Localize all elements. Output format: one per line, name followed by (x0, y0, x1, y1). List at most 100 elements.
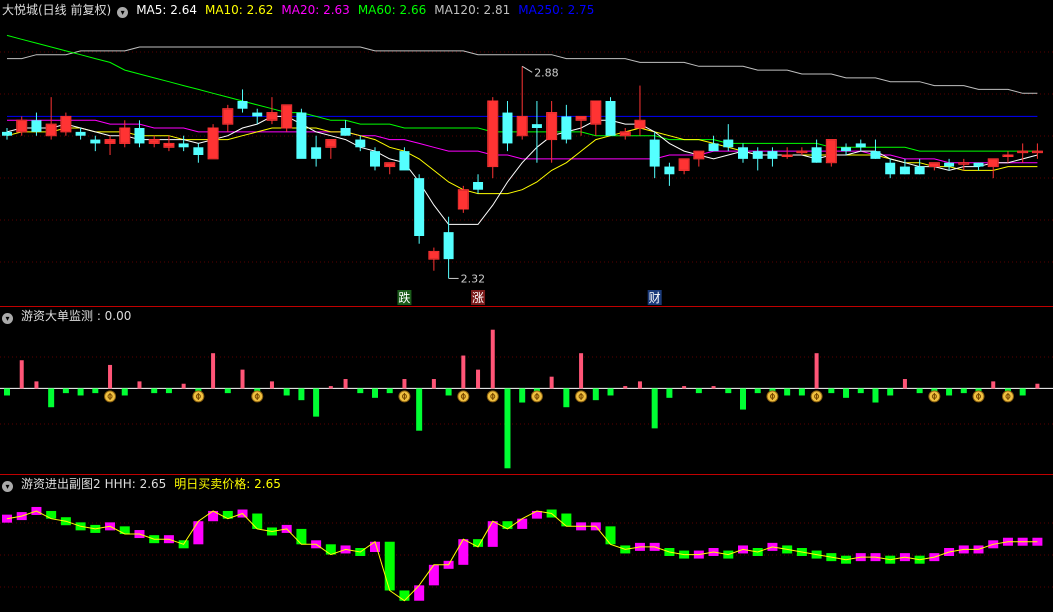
monitor-bar-positive (461, 355, 466, 389)
candle-body-down (649, 139, 660, 167)
flow-bar-chart (0, 506, 1053, 602)
monitor-bar-negative (740, 388, 746, 410)
monitor-bar-negative (224, 388, 231, 394)
candle-body-down (531, 124, 542, 128)
candle-body-fill (797, 151, 807, 153)
monitor-bar-negative (165, 388, 172, 394)
candle-body-down (664, 166, 675, 175)
candle-body-fill (208, 128, 218, 159)
monitor-bar-positive (34, 381, 39, 389)
monitor-bar-negative (4, 388, 10, 396)
monitor-bar-negative (887, 388, 894, 396)
main-chart-pane: 大悦城(日线 前复权) ▾ MA5: 2.64 MA10: 2.62 MA20: 2.6… (0, 0, 1053, 306)
candle-body-fill (929, 163, 939, 167)
monitor-bar-positive (682, 386, 687, 389)
candle-body-down (2, 131, 12, 136)
monitor-bar-chart (0, 329, 1053, 469)
monitor-bar-positive (549, 376, 554, 389)
monitor-bar-negative (651, 388, 658, 429)
monitor-bar-positive (343, 379, 348, 389)
monitor-bar-negative (298, 388, 305, 401)
candle-body-down (178, 143, 189, 148)
flow-pane: ▾ 游资进出副图2 HHH: 2.65 明日买卖价格: 2.65 (0, 475, 1053, 612)
candle-body-down (738, 147, 748, 159)
flow-bar-up (193, 521, 204, 545)
monitor-bar-positive (328, 386, 333, 389)
candle-body-down (899, 166, 910, 175)
monitor-bar-positive (137, 381, 142, 389)
candle-body-fill (385, 163, 395, 167)
monitor-bar-positive (476, 369, 481, 389)
monitor-bar-negative (607, 388, 614, 396)
monitor-bar-negative (798, 388, 805, 396)
candle-body-down (237, 101, 248, 109)
monitor-bar-negative (372, 388, 378, 398)
candle-body-fill (458, 190, 468, 209)
event-tag: 跌 (398, 290, 410, 305)
candle-body-down (841, 147, 852, 152)
monitor-bar-negative (666, 388, 673, 398)
candle-body-fill (547, 113, 557, 140)
event-tag: 财 (649, 291, 661, 305)
candle-body-fill (1018, 151, 1028, 153)
candle-body-fill (635, 120, 645, 128)
candle-body-fill (1032, 151, 1042, 153)
candle-body-fill (679, 159, 689, 170)
candle-body-fill (267, 113, 277, 120)
monitor-bar-negative (828, 388, 835, 394)
candle-body-down (708, 143, 719, 152)
flow-bar-down (252, 513, 263, 529)
high-label: 2.88 (534, 66, 559, 79)
monitor-bar-negative (784, 388, 791, 396)
candle-body-fill (105, 140, 115, 143)
candle-body-fill (517, 116, 527, 136)
monitor-bar-negative (695, 388, 702, 394)
flow-bar-down (561, 513, 572, 527)
candle-body-fill (576, 116, 586, 120)
monitor-bar-negative (313, 388, 320, 417)
monitor-bar-positive (211, 353, 216, 389)
candle-body-down (443, 232, 454, 260)
monitor-bar-positive (623, 386, 628, 389)
candle-body-down (870, 151, 881, 159)
candle-body-down (885, 162, 896, 175)
candle-body-down (723, 139, 734, 148)
flow-bar-down (119, 526, 130, 535)
monitor-bar-positive (240, 369, 245, 389)
monitor-bar-positive (711, 386, 716, 389)
monitor-bar-positive (108, 364, 113, 389)
low-label: 2.32 (461, 272, 486, 285)
monitor-bar-positive (402, 379, 407, 389)
candle-body-fill (694, 151, 704, 159)
flow-bar-down (399, 590, 410, 601)
candle-body-down (311, 147, 322, 159)
candle-body-fill (620, 132, 630, 136)
monitor-bar-positive (991, 381, 996, 389)
candle-body-fill (782, 155, 792, 156)
candle-body-down (399, 151, 410, 171)
flow-bar-down (46, 510, 57, 519)
monitor-bar-negative (357, 388, 364, 394)
candle-body-fill (591, 101, 601, 124)
flow-bar-up (487, 521, 498, 547)
candle-body-fill (988, 159, 998, 167)
candle-body-down (752, 151, 763, 159)
monitor-bar-negative (519, 388, 526, 403)
candle-body-down (252, 112, 263, 117)
candle-body-down (473, 182, 484, 190)
monitor-pane: ▾ 游资大单监测 : 0.00 (0, 307, 1053, 474)
candle-body-down (340, 128, 351, 136)
monitor-bar-negative (857, 388, 864, 394)
monitor-bar-negative (592, 388, 599, 401)
monitor-bar-negative (872, 388, 879, 403)
candle-body-fill (164, 143, 174, 147)
monitor-bar-negative (946, 388, 953, 396)
candle-body-down (296, 112, 307, 159)
flow-bar-down (296, 528, 307, 545)
candle-body-down (944, 162, 955, 167)
flow-bar-down (605, 526, 616, 545)
monitor-bar-negative (1019, 388, 1026, 396)
candle-body-fill (46, 124, 56, 136)
monitor-bar-positive (1035, 383, 1040, 389)
monitor-bar-negative (725, 388, 732, 394)
